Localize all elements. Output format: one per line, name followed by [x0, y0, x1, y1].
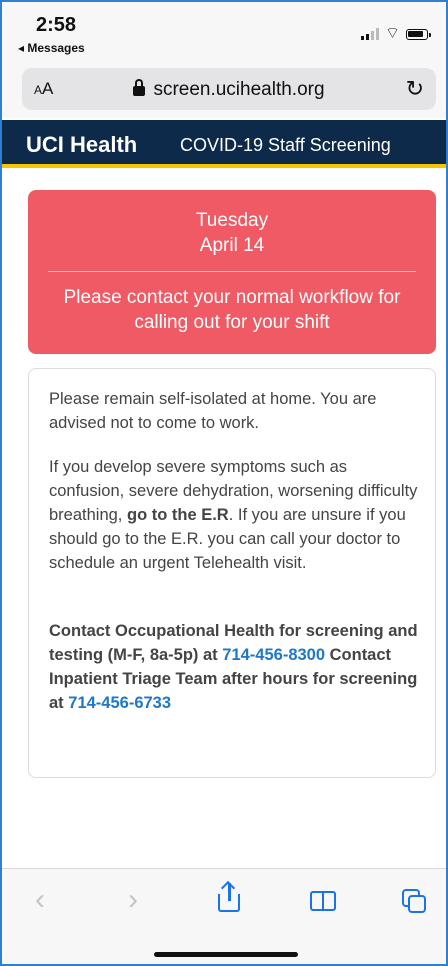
screening-result-alert: Tuesday April 14 Please contact your nor… [28, 190, 436, 354]
home-indicator[interactable] [154, 952, 298, 957]
wifi-icon: ⌔ [384, 25, 400, 42]
browser-toolbar: ‹ › [2, 868, 446, 964]
back-button[interactable]: ‹ [35, 885, 45, 915]
site-header: UCI Health COVID-19 Staff Screening [2, 120, 446, 168]
triage-team-phone-link[interactable]: 714-456-6733 [68, 694, 171, 712]
instructions-card: Please remain self-isolated at home. You… [28, 368, 436, 778]
status-bar: 2:58 ◂ Messages ⌔ [2, 2, 446, 60]
share-icon[interactable] [218, 880, 240, 913]
forward-button[interactable]: › [128, 885, 138, 915]
status-icons: ⌔ [360, 25, 431, 42]
alert-divider [48, 271, 416, 272]
reload-icon[interactable]: ↻ [406, 76, 424, 102]
contact-text: Contact Occupational Health for screenin… [49, 619, 421, 715]
alert-message: Please contact your normal workflow for … [63, 287, 401, 333]
severe-symptoms-text: If you develop severe symptoms such as c… [49, 455, 421, 575]
self-isolate-text: Please remain self-isolated at home. You… [49, 390, 377, 432]
back-to-messages-link[interactable]: ◂ Messages [18, 41, 85, 55]
status-time: 2:58 [36, 14, 77, 36]
signal-icon [360, 28, 379, 40]
brand-logo[interactable]: UCI Health [26, 132, 137, 158]
lock-icon [133, 79, 146, 96]
header-subtitle: COVID-19 Staff Screening [180, 135, 391, 155]
bookmarks-icon[interactable] [310, 891, 338, 911]
occupational-health-phone-link[interactable]: 714-456-8300 [222, 646, 325, 664]
browser-chrome: AA screen.ucihealth.org ↻ [2, 60, 446, 118]
alert-day: Tuesday [195, 210, 269, 231]
alert-date: April 14 [199, 235, 265, 256]
go-to-er-text: go to the E.R [126, 506, 229, 524]
tabs-icon[interactable] [402, 889, 428, 915]
address-bar[interactable]: AA screen.ucihealth.org ↻ [22, 68, 436, 110]
url-display[interactable]: screen.ucihealth.org [22, 79, 436, 101]
battery-icon [406, 28, 431, 40]
url-text: screen.ucihealth.org [153, 79, 325, 100]
